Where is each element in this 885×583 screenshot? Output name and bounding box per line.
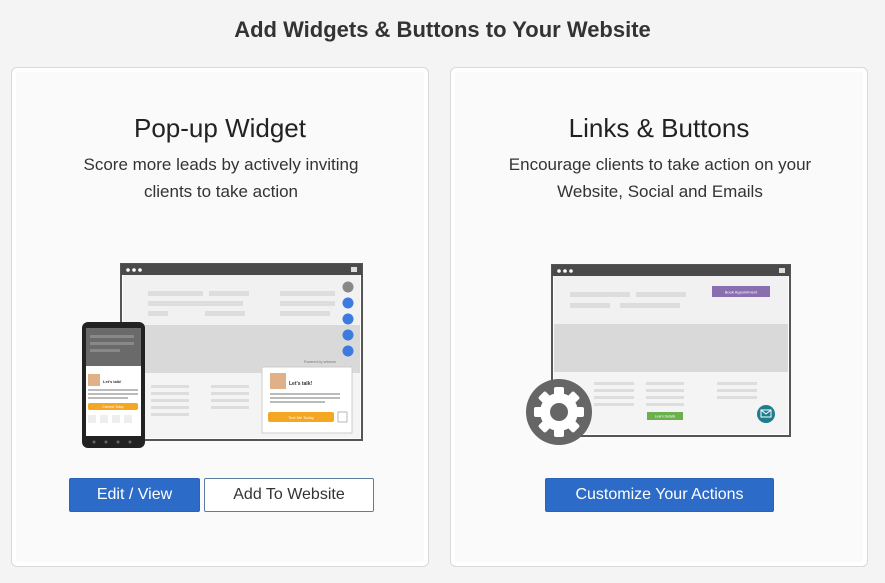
links-buttons-description: Encourage clients to take action on your…	[508, 155, 812, 201]
popup-widget-description: Score more leads by actively inviting cl…	[83, 155, 359, 201]
links-buttons-card: Links & Buttons Encourage clients to tak…	[450, 67, 868, 567]
svg-text:Book Appointment: Book Appointment	[725, 290, 758, 295]
popup-widget-illustration: Let's talk! Text Me Today Powered by set…	[82, 263, 363, 448]
links-buttons-title: Links & Buttons	[568, 113, 750, 143]
page-title: Add Widgets & Buttons to Your Website	[234, 17, 651, 42]
links-buttons-illustration: Book Appointment Learn Details	[526, 264, 791, 445]
svg-text:Let's talk!: Let's talk!	[289, 381, 312, 387]
svg-text:Let's talk!: Let's talk!	[103, 379, 122, 384]
svg-text:Powered by setmore: Powered by setmore	[304, 360, 336, 364]
popup-widget-card: Pop-up Widget Score more leads by active…	[11, 67, 429, 567]
svg-text:Learn Details: Learn Details	[655, 415, 676, 419]
add-to-website-button[interactable]: Add To Website	[204, 478, 374, 512]
customize-actions-button[interactable]: Customize Your Actions	[545, 478, 774, 512]
edit-view-button[interactable]: Edit / View	[69, 478, 200, 512]
svg-text:Connect Today: Connect Today	[102, 405, 124, 409]
svg-text:Text Me Today: Text Me Today	[288, 415, 314, 420]
popup-widget-title: Pop-up Widget	[134, 113, 306, 143]
